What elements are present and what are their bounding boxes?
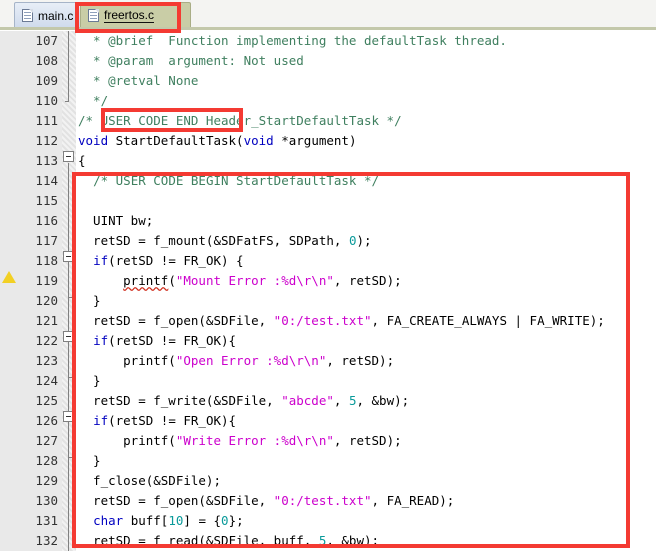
line-number: 109 — [35, 73, 58, 88]
fold-region-end — [65, 101, 69, 102]
fold-region-end-tick — [68, 377, 73, 378]
line-number: 112 — [35, 133, 58, 148]
line-number: 122 — [35, 333, 58, 348]
code-line[interactable]: retSD = f_open(&SDFile, "0:/test.txt", F… — [76, 491, 656, 511]
code-line[interactable]: printf("Open Error :%d\r\n", retSD); — [76, 351, 656, 371]
code-line[interactable]: printf("Mount Error :%d\r\n", retSD); — [76, 271, 656, 291]
line-number: 127 — [35, 433, 58, 448]
line-number: 130 — [35, 493, 58, 508]
line-number: 132 — [35, 533, 58, 548]
line-number: 120 — [35, 293, 58, 308]
code-line[interactable]: UINT bw; — [76, 211, 656, 231]
tab-freertos-c-label: freertos.c — [104, 8, 155, 23]
line-number: 126 — [35, 413, 58, 428]
code-line[interactable]: if(retSD != FR_OK) { — [76, 251, 656, 271]
code-line[interactable]: */ — [76, 91, 656, 111]
fold-collapse-box[interactable] — [63, 251, 74, 262]
code-line[interactable]: retSD = f_write(&SDFile, "abcde", 5, &bw… — [76, 391, 656, 411]
line-number: 128 — [35, 453, 58, 468]
line-number: 110 — [35, 93, 58, 108]
line-number-gutter: 107 108 109 110 111 112 113 114 115 116 117 118 119 1… — [18, 31, 62, 551]
code-line[interactable] — [76, 191, 656, 211]
code-line[interactable]: char buff[10] = {0}; — [76, 511, 656, 531]
code-line[interactable]: } — [76, 451, 656, 471]
code-line[interactable]: /* USER CODE BEGIN StartDefaultTask */ — [76, 171, 656, 191]
code-line[interactable]: * @brief Function implementing the defau… — [76, 31, 656, 51]
editor-tab-bar: main.c freertos.c — [0, 0, 656, 30]
line-number: 114 — [35, 173, 58, 188]
line-number: 118 — [35, 253, 58, 268]
line-number: 115 — [35, 193, 58, 208]
code-line[interactable]: * @retval None — [76, 71, 656, 91]
line-number: 121 — [35, 313, 58, 328]
line-number: 124 — [35, 373, 58, 388]
line-number: 123 — [35, 353, 58, 368]
tab-main-c-label: main.c — [38, 8, 74, 23]
code-line[interactable]: void StartDefaultTask(void *argument) — [76, 131, 656, 151]
c-file-icon — [88, 9, 99, 22]
code-line[interactable]: if(retSD != FR_OK){ — [76, 331, 656, 351]
fold-region-end-tick — [68, 457, 73, 458]
line-number: 111 — [35, 113, 58, 128]
code-line[interactable]: retSD = f_open(&SDFile, "0:/test.txt", F… — [76, 311, 656, 331]
line-number: 108 — [35, 53, 58, 68]
code-editor-window: main.c freertos.c 107 108 109 110 111 112 113 1… — [0, 0, 656, 551]
fold-collapse-box[interactable] — [63, 331, 74, 342]
line-number: 129 — [35, 473, 58, 488]
code-line[interactable]: /* USER CODE END Header_StartDefaultTask… — [76, 111, 656, 131]
fold-guide-line — [68, 31, 69, 101]
line-number: 117 — [35, 233, 58, 248]
fold-collapse-box[interactable] — [63, 411, 74, 422]
code-line[interactable]: f_close(&SDFile); — [76, 471, 656, 491]
tab-main-c[interactable]: main.c — [14, 2, 94, 29]
code-folding-margin[interactable] — [62, 31, 76, 551]
code-line[interactable]: printf("Write Error :%d\r\n", retSD); — [76, 431, 656, 451]
code-text-area[interactable]: * @brief Function implementing the defau… — [76, 31, 656, 551]
line-number: 131 — [35, 513, 58, 528]
fold-collapse-box[interactable] — [63, 151, 74, 162]
tab-freertos-c[interactable]: freertos.c — [80, 2, 192, 28]
warning-triangle-icon[interactable] — [2, 271, 16, 283]
line-number: 125 — [35, 393, 58, 408]
marker-margin[interactable] — [0, 31, 18, 551]
line-number: 119 — [35, 273, 58, 288]
code-line[interactable]: { — [76, 151, 656, 171]
line-number: 113 — [35, 153, 58, 168]
code-line[interactable]: retSD = f_mount(&SDFatFS, SDPath, 0); — [76, 231, 656, 251]
code-line[interactable]: if(retSD != FR_OK){ — [76, 411, 656, 431]
source-editor[interactable]: 107 108 109 110 111 112 113 114 115 116 117 118 119 1… — [0, 31, 656, 551]
line-number: 116 — [35, 213, 58, 228]
code-line[interactable]: } — [76, 291, 656, 311]
code-line[interactable]: } — [76, 371, 656, 391]
code-line[interactable]: retSD = f_read(&SDFile, buff, 5, &bw); — [76, 531, 656, 551]
fold-guide-line — [68, 163, 69, 551]
fold-region-end-tick — [68, 297, 73, 298]
code-line[interactable]: * @param argument: Not used — [76, 51, 656, 71]
c-file-icon — [22, 9, 33, 22]
line-number: 107 — [35, 33, 58, 48]
